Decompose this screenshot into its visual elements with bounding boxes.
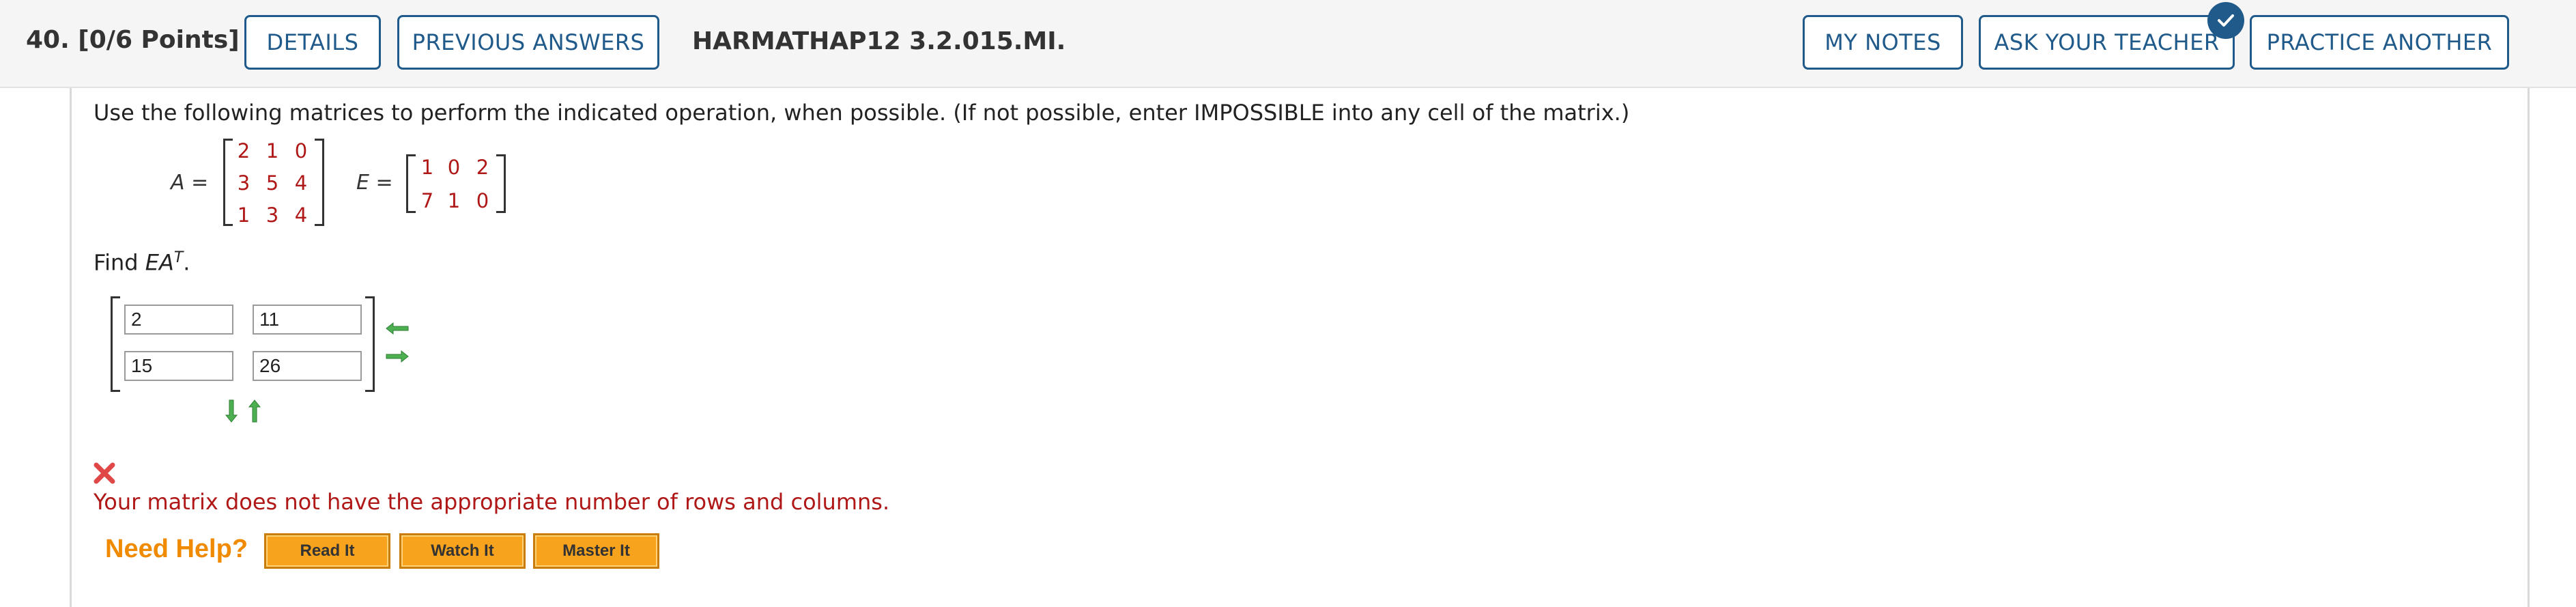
matrix-a-cell: 1	[237, 203, 251, 227]
matrix-a-cell: 3	[237, 171, 251, 195]
matrix-a-cell: 2	[237, 139, 251, 163]
matrix-a-cell: 0	[294, 139, 308, 163]
need-help-label: Need Help?	[105, 535, 248, 563]
question-points-label: 40. [0/6 Points]	[26, 26, 240, 54]
matrix-a-cell: 4	[294, 171, 308, 195]
master-it-button[interactable]: Master It	[533, 533, 659, 569]
check-badge-icon	[2207, 2, 2244, 39]
matrix-a-name: A	[171, 171, 185, 195]
answer-cell-input[interactable]	[253, 305, 362, 335]
find-prompt: Find EAT.	[94, 249, 190, 276]
matrix-e-cell: 1	[420, 156, 434, 179]
matrix-e-cell: 7	[420, 189, 434, 212]
answer-cell-input[interactable]	[253, 351, 362, 381]
matrix-e-name: E	[356, 171, 369, 195]
question-header: 40. [0/6 Points] DETAILS PREVIOUS ANSWER…	[0, 0, 2576, 88]
matrix-e-cell: 0	[476, 189, 489, 212]
matrix-a-right-bracket	[315, 139, 324, 226]
answer-right-bracket	[365, 296, 375, 392]
previous-answers-button[interactable]: PREVIOUS ANSWERS	[397, 15, 659, 70]
find-superscript: T	[173, 249, 184, 266]
find-expression: EA	[145, 249, 174, 276]
read-it-button[interactable]: Read It	[264, 533, 390, 569]
matrix-e-equals: =	[369, 171, 393, 195]
arrow-up-icon[interactable]	[247, 399, 262, 426]
matrix-e-cell: 1	[447, 189, 461, 212]
matrix-a-cell: 3	[266, 203, 279, 227]
arrow-right-icon[interactable]	[385, 349, 410, 367]
instructions-text: Use the following matrices to perform th…	[94, 100, 1630, 126]
matrix-a-cell: 4	[294, 203, 308, 227]
arrow-down-icon[interactable]	[224, 399, 239, 426]
watch-it-button[interactable]: Watch It	[399, 533, 526, 569]
find-prefix: Find	[94, 249, 145, 276]
ask-your-teacher-button[interactable]: ASK YOUR TEACHER	[1979, 15, 2235, 70]
matrix-e-cell: 2	[476, 156, 489, 179]
error-message: Your matrix does not have the appropriat…	[94, 489, 890, 515]
matrix-a-cell: 1	[266, 139, 279, 163]
arrow-left-icon[interactable]	[385, 321, 410, 339]
find-suffix: .	[183, 249, 190, 276]
matrix-e-cell: 0	[447, 156, 461, 179]
matrix-e-right-bracket	[496, 154, 506, 213]
matrix-a-cell: 5	[266, 171, 279, 195]
matrix-e-label: E =	[356, 171, 393, 195]
my-notes-button[interactable]: MY NOTES	[1803, 15, 1963, 70]
answer-cell-input[interactable]	[124, 351, 233, 381]
practice-another-button[interactable]: PRACTICE ANOTHER	[2250, 15, 2509, 70]
matrix-a-label: A =	[171, 171, 208, 195]
details-button[interactable]: DETAILS	[244, 15, 381, 70]
answer-cell-input[interactable]	[124, 305, 233, 335]
x-mark-icon	[93, 462, 116, 488]
answer-left-bracket	[111, 296, 120, 392]
assignment-code: HARMATHAP12 3.2.015.MI.	[692, 27, 1066, 55]
matrix-a-equals: =	[184, 171, 209, 195]
